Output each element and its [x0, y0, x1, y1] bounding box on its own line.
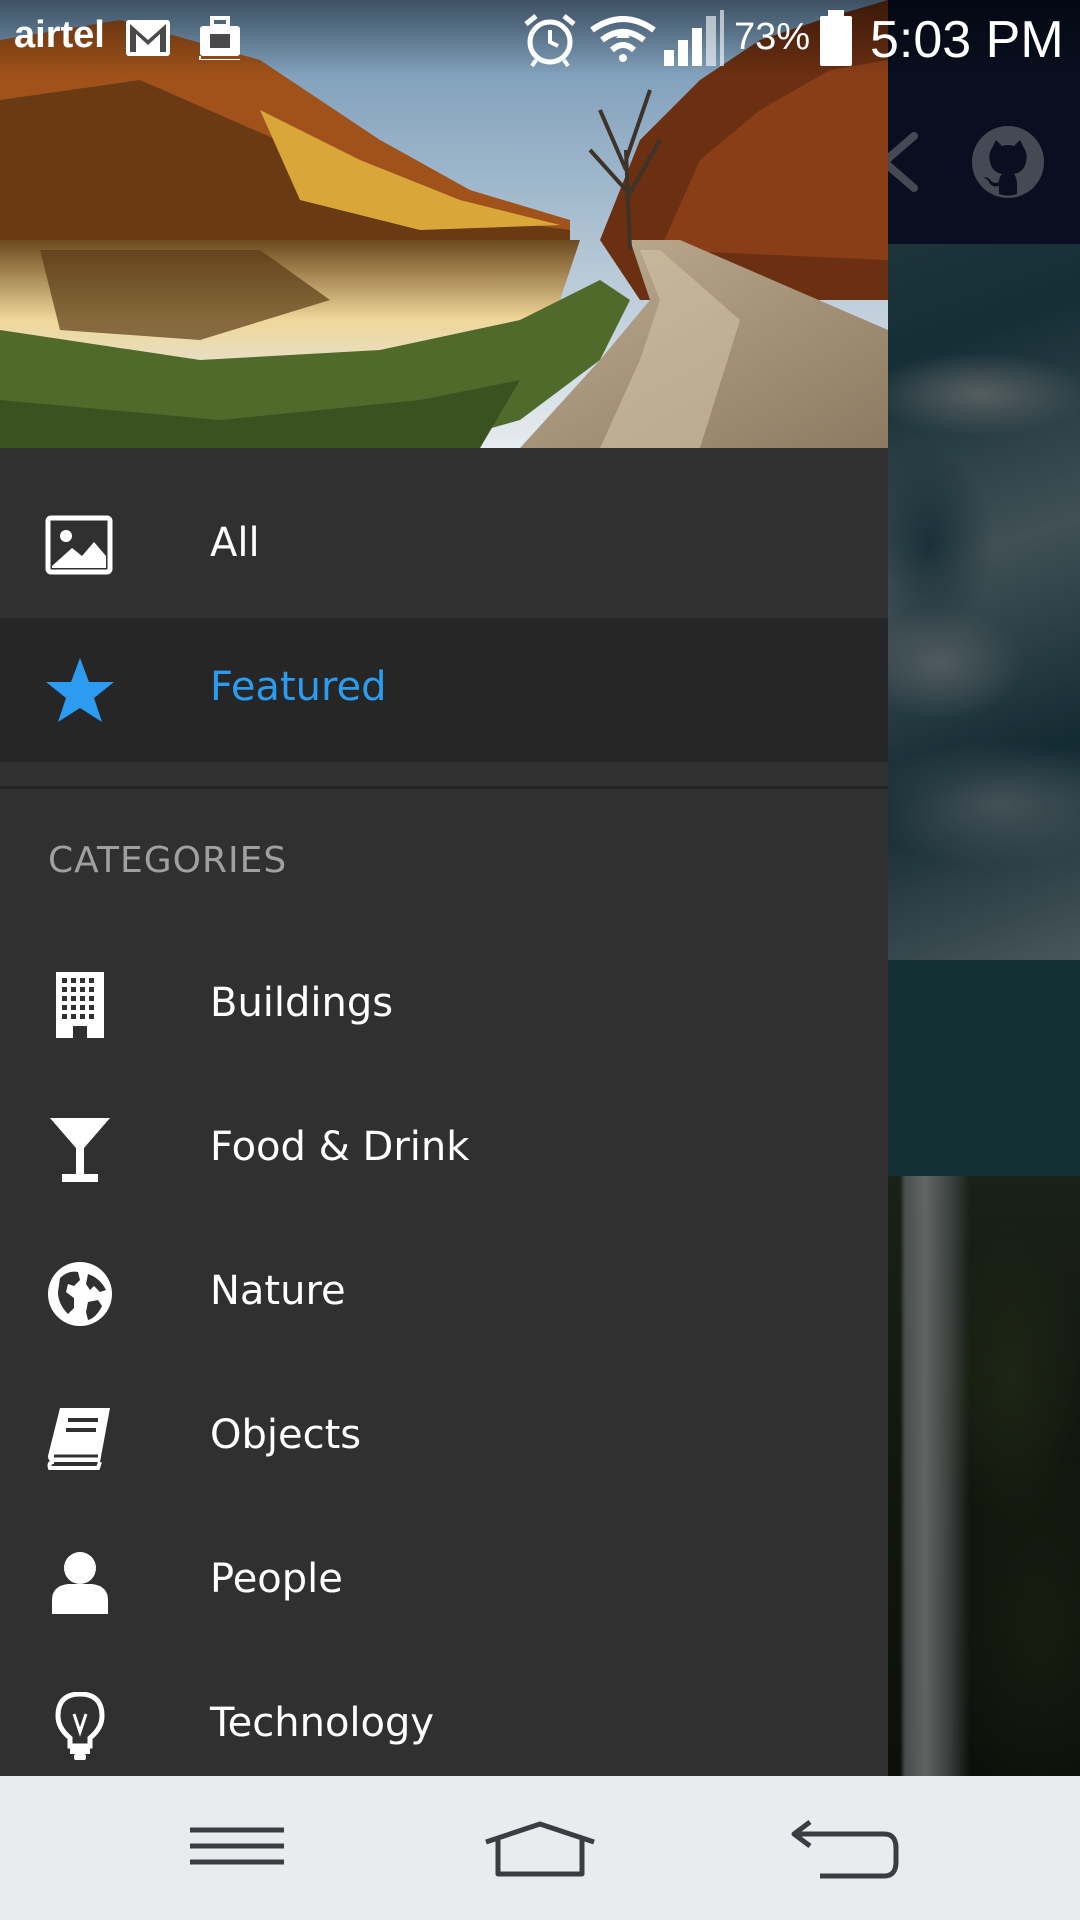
nav-item-label: Food & Drink [210, 1124, 470, 1170]
nav-item-featured[interactable]: Featured [0, 618, 888, 762]
navigation-drawer: All Featured CATEGORIES Buildings Food &… [0, 0, 888, 1776]
home-button[interactable] [480, 1820, 600, 1880]
system-navigation-bar [0, 1776, 1080, 1920]
gmail-icon [126, 20, 170, 56]
book-icon [47, 1408, 110, 1470]
nav-item-objects[interactable]: Objects [0, 1366, 888, 1510]
briefcase-icon [199, 16, 240, 60]
lightbulb-icon [55, 1692, 105, 1760]
back-button[interactable] [790, 1820, 900, 1880]
star-icon [46, 658, 114, 722]
battery-icon [820, 10, 852, 66]
cocktail-icon [50, 1118, 110, 1182]
nav-item-all[interactable]: All [0, 474, 888, 618]
image-icon [45, 515, 113, 575]
nav-item-people[interactable]: People [0, 1510, 888, 1654]
categories-heading: CATEGORIES [48, 840, 288, 881]
carrier-label: airtel [14, 14, 105, 56]
nav-item-label: Buildings [210, 980, 394, 1026]
nav-item-technology[interactable]: Technology [0, 1654, 888, 1776]
globe-icon [48, 1262, 112, 1326]
nav-item-label: People [210, 1556, 343, 1602]
nav-item-label: Featured [210, 664, 387, 710]
nav-item-nature[interactable]: Nature [0, 1222, 888, 1366]
nav-item-food-drink[interactable]: Food & Drink [0, 1078, 888, 1222]
nav-item-buildings[interactable]: Buildings [0, 934, 888, 1078]
nav-item-label: All [210, 520, 260, 566]
nav-item-label: Objects [210, 1412, 362, 1458]
alarm-icon [524, 14, 576, 68]
wifi-icon [590, 16, 656, 62]
signal-icon [664, 10, 724, 66]
nav-item-label: Nature [210, 1268, 346, 1314]
drawer-divider [0, 786, 888, 789]
menu-button[interactable] [188, 1824, 288, 1874]
clock: 5:03 PM [870, 11, 1064, 69]
person-icon [52, 1552, 108, 1614]
battery-percentage: 73% [734, 16, 811, 58]
status-bar: airtel 73% 5:03 PM [0, 0, 1080, 76]
nav-item-label: Technology [210, 1700, 435, 1746]
building-icon [56, 972, 104, 1038]
